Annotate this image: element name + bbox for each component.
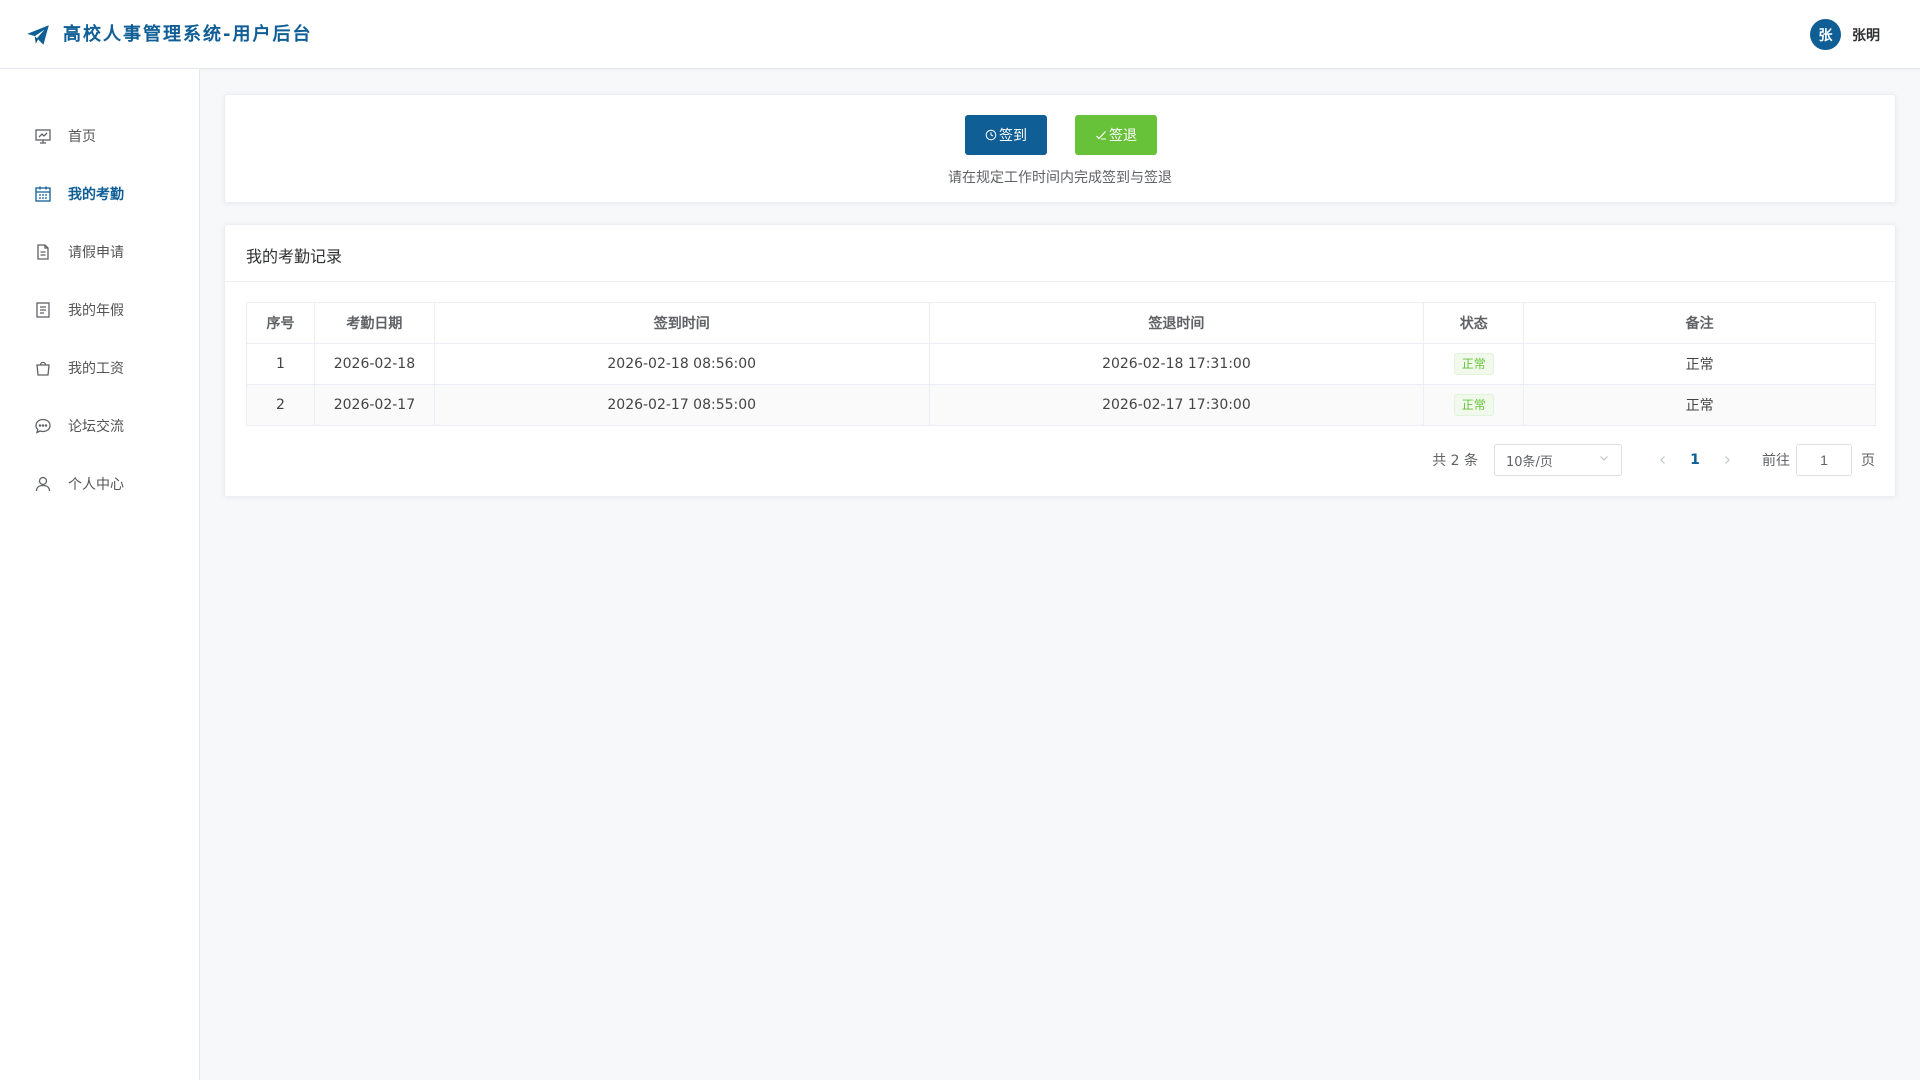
sidebar-item-home[interactable]: 首页 [0,116,199,156]
document-icon [34,243,52,261]
sign-out-button[interactable]: 签退 [1075,115,1157,155]
status-badge: 正常 [1453,394,1494,416]
sidebar-item-attendance[interactable]: 我的考勤 [0,174,199,214]
column-header-status: 状态 [1423,302,1525,344]
table-row: 2 2026-02-17 2026-02-17 08:55:00 2026-02… [246,384,1876,426]
cell-sign-in: 2026-02-17 08:55:00 [433,384,930,426]
check-icon [1096,131,1106,140]
divider [225,281,1895,282]
cell-sign-out: 2026-02-17 17:30:00 [928,384,1425,426]
chevron-right-icon [1725,456,1730,464]
chevron-left-icon [1660,456,1665,464]
chart-board-icon [34,127,52,145]
cell-status: 正常 [1423,343,1525,385]
calendar-icon [34,185,52,203]
sidebar-item-label: 个人中心 [68,477,124,493]
cell-remark: 正常 [1523,384,1876,426]
page-unit-label: 页 [1861,453,1875,469]
status-badge: 正常 [1453,353,1494,375]
user-menu[interactable]: 张 张明 [1810,19,1880,50]
sidebar: 首页 我的考勤 请假申请 我的年假 我的工资 论坛交流 个人中心 [0,69,200,1080]
page-jump-input[interactable] [1796,444,1852,476]
table-header-row: 序号 考勤日期 签到时间 签退时间 状态 备注 [246,302,1876,344]
table-row: 1 2026-02-18 2026-02-18 08:56:00 2026-02… [246,343,1876,385]
avatar[interactable]: 张 [1810,19,1841,50]
clock-icon [985,129,997,141]
app-title: 高校人事管理系统-用户后台 [63,24,313,45]
notes-icon [34,301,52,319]
sidebar-item-label: 我的考勤 [68,187,124,203]
prev-page-button[interactable] [1648,446,1678,474]
cell-remark: 正常 [1523,343,1876,385]
column-header-date: 考勤日期 [313,302,435,344]
pagination: 共 2 条 10条/页 1 前往 页 [1432,444,1875,476]
cell-index: 2 [246,384,315,426]
records-table: 序号 考勤日期 签到时间 签退时间 状态 备注 1 2026-02-18 202… [246,302,1876,426]
cell-status: 正常 [1423,384,1525,426]
shopping-bag-icon [34,359,52,377]
page-size-select[interactable]: 10条/页 [1494,444,1622,476]
sidebar-item-profile[interactable]: 个人中心 [0,464,199,504]
paper-plane-icon [25,22,51,48]
chevron-down-icon [1598,452,1610,468]
sign-out-label: 签退 [1109,127,1137,143]
records-title: 我的考勤记录 [246,247,343,266]
cell-date: 2026-02-17 [313,384,435,426]
cell-sign-in: 2026-02-18 08:56:00 [433,343,930,385]
chat-icon [34,417,52,435]
sidebar-item-forum[interactable]: 论坛交流 [0,406,199,446]
column-header-sign-out: 签退时间 [928,302,1425,344]
brand[interactable]: 高校人事管理系统-用户后台 [25,20,312,50]
column-header-sign-in: 签到时间 [433,302,930,344]
sidebar-item-label: 我的年假 [68,303,124,319]
sidebar-item-leave[interactable]: 请假申请 [0,232,199,272]
column-header-index: 序号 [246,302,315,344]
sidebar-item-label: 论坛交流 [68,419,124,435]
sidebar-item-salary[interactable]: 我的工资 [0,348,199,388]
page-number-current[interactable]: 1 [1678,446,1712,474]
sidebar-item-label: 我的工资 [68,361,124,377]
next-page-button[interactable] [1712,446,1742,474]
column-header-remark: 备注 [1523,302,1876,344]
attendance-hint: 请在规定工作时间内完成签到与签退 [948,170,1172,186]
username[interactable]: 张明 [1852,25,1880,45]
sidebar-item-label: 请假申请 [68,245,124,261]
attendance-records-card: 我的考勤记录 序号 考勤日期 签到时间 签退时间 状态 备注 1 2026-02… [224,224,1896,497]
page-size-value: 10条/页 [1506,454,1553,470]
user-icon [34,475,52,493]
sign-in-button[interactable]: 签到 [965,115,1047,155]
sign-in-label: 签到 [999,127,1027,143]
goto-label: 前往 [1762,453,1790,469]
cell-index: 1 [246,343,315,385]
attendance-action-card: 签到 签退 请在规定工作时间内完成签到与签退 [224,94,1896,203]
cell-date: 2026-02-18 [313,343,435,385]
pagination-total: 共 2 条 [1432,453,1478,469]
sidebar-item-label: 首页 [68,129,96,145]
sidebar-item-annual-leave[interactable]: 我的年假 [0,290,199,330]
top-header: 高校人事管理系统-用户后台 张 张明 [0,0,1920,69]
cell-sign-out: 2026-02-18 17:31:00 [928,343,1425,385]
